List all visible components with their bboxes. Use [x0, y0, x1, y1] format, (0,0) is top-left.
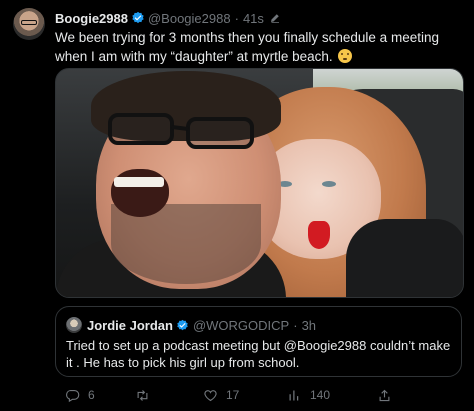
tweet-header: Boogie2988 @Boogie2988 · 41s — [55, 9, 281, 27]
separator-dot: · — [234, 10, 239, 26]
reply-button[interactable]: 6 — [65, 386, 95, 404]
retweet-icon — [137, 389, 148, 401]
views-button[interactable]: 140 — [287, 386, 330, 404]
retweet-button[interactable] — [135, 386, 158, 404]
woman-eye-right — [322, 181, 336, 187]
edit-pencil-icon — [270, 14, 279, 23]
quoted-author-display-name: Jordie Jordan — [87, 317, 173, 333]
quoted-tweet-header: Jordie Jordan @WORGODICP · 3h — [66, 317, 316, 333]
tweet-timestamp[interactable]: 41s — [243, 11, 264, 26]
tweet-text-body: We been trying for 3 months then you fin… — [55, 30, 439, 64]
reply-icon — [66, 389, 80, 402]
verified-badge-icon — [132, 11, 144, 24]
quoted-tweet-timestamp: 3h — [301, 317, 317, 333]
views-icon — [289, 390, 299, 400]
author-avatar[interactable] — [13, 8, 45, 40]
like-count: 17 — [226, 388, 240, 402]
quoted-tweet[interactable]: Jordie Jordan @WORGODICP · 3h Tried to s… — [55, 306, 462, 377]
verified-badge-icon — [177, 319, 188, 330]
face-with-open-mouth-emoji — [338, 49, 353, 63]
quoted-author-avatar — [66, 317, 82, 333]
tweet-actions: 6 17 140 — [55, 386, 462, 404]
tweet-text: We been trying for 3 months then you fin… — [55, 28, 465, 66]
separator-dot: · — [293, 317, 298, 333]
author-display-name[interactable]: Boogie2988 — [55, 11, 128, 26]
tweet-photo[interactable] — [55, 68, 464, 298]
woman-tongue — [308, 221, 330, 249]
share-icon — [379, 389, 390, 401]
reply-count: 6 — [88, 388, 95, 402]
man-teeth — [114, 177, 164, 187]
avatar-glasses — [21, 20, 37, 25]
views-count: 140 — [310, 388, 331, 402]
man-glasses — [108, 113, 254, 149]
quoted-tweet-text: Tried to set up a podcast meeting but @B… — [66, 338, 451, 370]
author-handle[interactable]: @Boogie2988 — [148, 11, 231, 26]
woman-shirt — [346, 219, 463, 297]
share-button[interactable] — [377, 386, 392, 404]
tweet[interactable]: Boogie2988 @Boogie2988 · 41s We been try… — [0, 0, 474, 411]
quoted-author-handle: @WORGODICP — [192, 317, 290, 333]
heart-icon — [204, 389, 217, 401]
like-button[interactable]: 17 — [203, 386, 239, 404]
